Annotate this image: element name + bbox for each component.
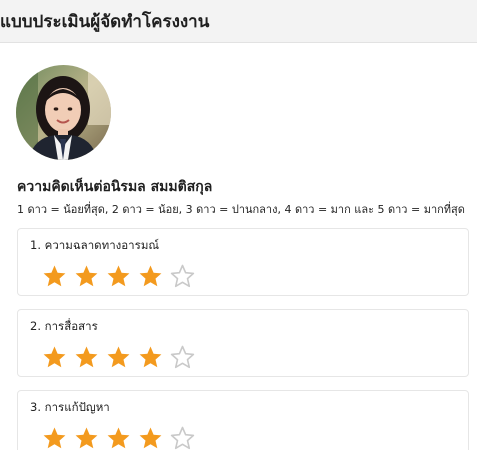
question-card: 1. ความฉลาดทางอารมณ์ [17, 228, 469, 296]
star-empty-icon[interactable] [170, 426, 195, 450]
question-label: 1. ความฉลาดทางอารมณ์ [30, 238, 160, 252]
avatar-image [16, 65, 111, 160]
star-rating[interactable] [42, 345, 195, 369]
app-header: แบบประเมินผู้จัดทำโครงงาน [0, 0, 477, 43]
star-filled-icon[interactable] [42, 264, 67, 288]
question-card: 2. การสื่อสาร [17, 309, 469, 377]
star-filled-icon[interactable] [74, 426, 99, 450]
star-filled-icon[interactable] [138, 426, 163, 450]
star-filled-icon[interactable] [106, 264, 131, 288]
star-filled-icon[interactable] [106, 426, 131, 450]
star-filled-icon[interactable] [106, 345, 131, 369]
star-rating[interactable] [42, 426, 195, 450]
question-label: 2. การสื่อสาร [30, 319, 98, 333]
star-filled-icon[interactable] [138, 264, 163, 288]
star-filled-icon[interactable] [74, 345, 99, 369]
profile-name: ความคิดเห็นต่อนิรมล สมมติสกุล [17, 179, 213, 195]
star-filled-icon[interactable] [138, 345, 163, 369]
question-label: 3. การแก้ปัญหา [30, 400, 110, 414]
star-empty-icon[interactable] [170, 264, 195, 288]
star-filled-icon[interactable] [74, 264, 99, 288]
question-card: 3. การแก้ปัญหา [17, 390, 469, 450]
star-filled-icon[interactable] [42, 426, 67, 450]
star-empty-icon[interactable] [170, 345, 195, 369]
avatar [16, 65, 111, 160]
rating-legend: 1 ดาว = น้อยที่สุด, 2 ดาว = น้อย, 3 ดาว … [17, 203, 465, 216]
page-title: แบบประเมินผู้จัดทำโครงงาน [0, 11, 210, 32]
star-filled-icon[interactable] [42, 345, 67, 369]
star-rating[interactable] [42, 264, 195, 288]
